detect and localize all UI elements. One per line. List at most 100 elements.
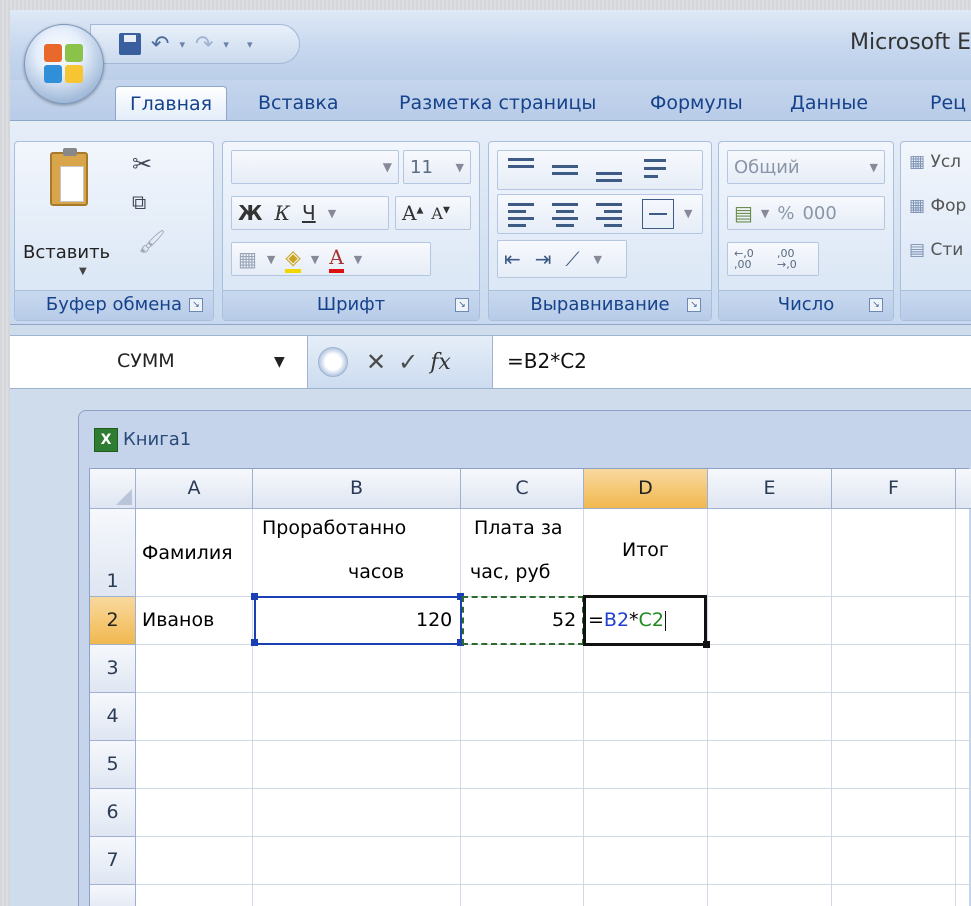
italic-button[interactable]: К	[274, 201, 289, 225]
office-button[interactable]	[24, 24, 104, 104]
font-name-dropdown[interactable]: ▼	[231, 150, 399, 184]
increase-decimal-button[interactable]: ←,0 ,00	[734, 248, 769, 270]
undo-dropdown-icon[interactable]: ▾	[179, 38, 185, 51]
align-bottom-icon[interactable]	[594, 155, 626, 185]
tab-review[interactable]: Рец	[930, 86, 966, 120]
chevron-down-icon[interactable]: ▼	[354, 253, 362, 266]
wrap-text-icon[interactable]	[642, 155, 674, 185]
fill-handle[interactable]	[703, 641, 710, 648]
cancel-icon[interactable]: ✕	[366, 348, 386, 376]
grid-cell[interactable]	[136, 885, 253, 906]
cell-a1[interactable]: Фамилия	[142, 542, 233, 564]
grid-cell[interactable]	[708, 693, 832, 741]
decrease-indent-icon[interactable]: ⇤	[504, 247, 521, 271]
grid-cell[interactable]	[956, 741, 971, 789]
number-launcher-icon[interactable]: ↘	[869, 298, 883, 312]
font-launcher-icon[interactable]: ↘	[455, 298, 469, 312]
grid-cell[interactable]	[136, 693, 253, 741]
grid-cell[interactable]	[584, 789, 708, 837]
row-header-8[interactable]	[90, 885, 136, 906]
grid-cell[interactable]	[956, 645, 971, 693]
grid-cell[interactable]	[832, 885, 956, 906]
grid-cell[interactable]	[461, 645, 584, 693]
chevron-down-icon[interactable]: ▼	[311, 253, 319, 266]
chevron-down-icon[interactable]: ▼	[594, 253, 602, 266]
grid-cell[interactable]	[253, 837, 461, 885]
column-header-a[interactable]: A	[136, 469, 253, 509]
row-header-7[interactable]: 7	[90, 837, 136, 885]
paste-dropdown-icon[interactable]: ▼	[79, 266, 87, 277]
increase-indent-icon[interactable]: ⇥	[535, 247, 552, 271]
column-header-g[interactable]	[956, 469, 971, 509]
grid-cell[interactable]	[832, 789, 956, 837]
select-all-corner[interactable]	[90, 469, 136, 509]
row-header-2[interactable]: 2	[90, 597, 136, 645]
column-header-f[interactable]: F	[832, 469, 956, 509]
selection-handle[interactable]	[251, 593, 258, 600]
column-header-d[interactable]: D	[584, 469, 708, 509]
format-painter-icon[interactable]: 🖌	[138, 230, 166, 255]
row-header-4[interactable]: 4	[90, 693, 136, 741]
grid-cell[interactable]	[136, 741, 253, 789]
grid-cell[interactable]	[832, 693, 956, 741]
format-as-table-button[interactable]: ▦ Фор	[909, 196, 966, 216]
merge-center-icon[interactable]	[642, 199, 674, 229]
undo-icon[interactable]: ↶	[151, 32, 169, 57]
chevron-down-icon[interactable]: ▼	[267, 253, 275, 266]
save-icon[interactable]	[119, 33, 141, 55]
grid-cell[interactable]	[253, 741, 461, 789]
grid-cell[interactable]	[584, 837, 708, 885]
row-header-1[interactable]: 1	[90, 509, 136, 597]
grid-cell[interactable]	[832, 741, 956, 789]
grid-cell[interactable]	[832, 597, 956, 645]
underline-button[interactable]: Ч	[302, 201, 316, 225]
tab-home[interactable]: Главная	[115, 86, 228, 120]
cell-b1-line2[interactable]: часов	[348, 561, 404, 583]
decrease-decimal-button[interactable]: ,00 →,0	[777, 248, 812, 270]
thousands-button[interactable]: 000	[802, 203, 836, 224]
tab-formulas[interactable]: Формулы	[650, 86, 743, 120]
enter-icon[interactable]: ✓	[398, 348, 418, 376]
shrink-font-button[interactable]: A▼	[431, 204, 449, 223]
chevron-down-icon[interactable]: ▼	[684, 207, 692, 220]
tab-insert[interactable]: Вставка	[258, 86, 339, 120]
column-header-c[interactable]: C	[461, 469, 584, 509]
column-header-b[interactable]: B	[253, 469, 461, 509]
grid-cell[interactable]	[708, 509, 832, 597]
grid-cell[interactable]	[708, 789, 832, 837]
align-top-icon[interactable]	[506, 155, 538, 185]
name-box[interactable]: СУММ ▼	[10, 336, 310, 388]
cell-c1-line1[interactable]: Плата за	[474, 517, 563, 539]
column-header-e[interactable]: E	[708, 469, 832, 509]
bold-button[interactable]: Ж	[238, 201, 262, 225]
fill-color-icon[interactable]: ◈	[285, 245, 301, 273]
grid-cell[interactable]	[956, 597, 971, 645]
align-middle-icon[interactable]	[550, 155, 582, 185]
grid-cell[interactable]	[708, 597, 832, 645]
cell-d1[interactable]: Итог	[622, 539, 669, 561]
grid-cell[interactable]	[584, 693, 708, 741]
grid-cell[interactable]	[584, 885, 708, 906]
grid-cell[interactable]	[956, 509, 971, 597]
font-size-dropdown[interactable]: 11 ▼	[403, 150, 471, 184]
cell-b1-line1[interactable]: Проработанно	[262, 517, 406, 539]
grid-cell[interactable]	[253, 885, 461, 906]
row-header-6[interactable]: 6	[90, 789, 136, 837]
borders-icon[interactable]: ▦	[238, 247, 257, 271]
active-cell-d2[interactable]	[583, 595, 707, 646]
currency-icon[interactable]: ▤	[734, 201, 753, 225]
grid-cell[interactable]	[584, 741, 708, 789]
align-right-icon[interactable]	[594, 199, 626, 229]
cell-c1-line2[interactable]: час, руб	[470, 561, 550, 583]
grid-cell[interactable]	[253, 789, 461, 837]
row-header-5[interactable]: 5	[90, 741, 136, 789]
grid-cell[interactable]	[461, 789, 584, 837]
selection-handle[interactable]	[251, 639, 258, 646]
grid-cell[interactable]	[461, 693, 584, 741]
row-header-3[interactable]: 3	[90, 645, 136, 693]
alignment-launcher-icon[interactable]: ↘	[687, 298, 701, 312]
align-center-icon[interactable]	[550, 199, 582, 229]
formula-input[interactable]: =B2*C2	[507, 349, 587, 373]
grid-cell[interactable]	[956, 885, 971, 906]
orientation-icon[interactable]: ⟋	[566, 247, 580, 271]
